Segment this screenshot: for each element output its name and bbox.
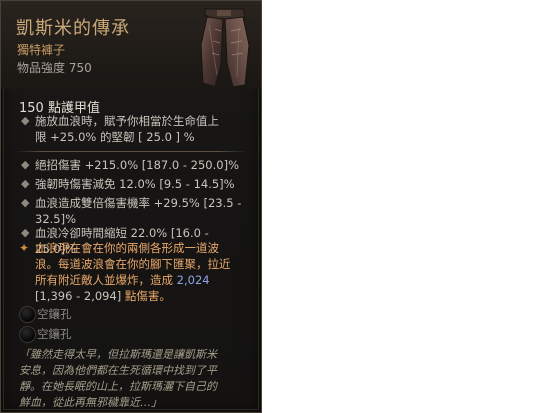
unique-aspect-star-icon: ✦ (19, 241, 30, 255)
aspect-line: 血浪現在會在你的兩側各形成一道波 (35, 241, 219, 255)
aspect-line: 浪。每道波浪會在你的腳下匯聚，拉近 (35, 257, 231, 271)
flavor-text: 「雖然走得太早，但拉斯瑪還是讓凱斯米 安息，因為他們都在生死循環中找到了平 靜。… (19, 347, 251, 411)
flavor-line: 鮮血，從此再無邪穢靠近…」 (19, 396, 162, 409)
aspect-text: 所有附近敵人並爆炸，造成 (35, 273, 177, 287)
diamond-bullet-icon: ◆ (21, 114, 30, 127)
aspect-line: [1,396 - 2,094] 點傷害。 (35, 288, 253, 304)
socket-label: 空鑲孔 (37, 307, 72, 321)
implicit-line: 施放血浪時，賦予你相當於生命值上 (35, 114, 219, 128)
affix-fortified-damage-reduction: 強韌時傷害減免 12.0% [9.5 - 14.5]% (35, 177, 235, 191)
aspect-text: 點傷害。 (121, 289, 171, 303)
tooltip-header: 凱斯米的傳承 獨特褲子 物品強度 750 (1, 1, 261, 89)
aspect-line: 所有附近敵人並爆炸，造成 2,024 (35, 272, 253, 288)
implicit-line: 限 +25.0% 的堅韌 [ 25.0 ] % (35, 130, 195, 144)
diamond-bullet-icon: ◆ (21, 226, 30, 239)
item-name: 凱斯米的傳承 (16, 18, 130, 39)
unique-aspect-text: 血浪現在會在你的兩側各形成一道波 浪。每道波浪會在你的腳下匯聚，拉近 所有附近敵… (35, 240, 253, 304)
socket-label: 空鑲孔 (37, 327, 72, 341)
empty-socket-icon (19, 306, 36, 323)
implicit-affix: 施放血浪時，賦予你相當於生命值上 限 +25.0% 的堅韌 [ 25.0 ] % (35, 113, 250, 145)
aspect-damage-value: 2,024 (176, 273, 210, 287)
diamond-bullet-icon: ◆ (21, 196, 30, 209)
item-tooltip: 凱斯米的傳承 獨特褲子 物品強度 750 150 點護甲值 ◆ 施放血浪時，賦予… (0, 0, 262, 413)
diamond-bullet-icon: ◆ (21, 158, 30, 171)
flavor-line: 「雖然走得太早，但拉斯瑪還是讓凱斯米 (19, 348, 217, 361)
affix-line: 血浪造成雙倍傷害機率 +29.5% [23.5 - (35, 196, 242, 210)
divider (15, 151, 247, 152)
item-power: 物品強度 750 (17, 61, 92, 75)
aspect-damage-range: [1,396 - 2,094] (35, 289, 122, 303)
item-type: 獨特褲子 (17, 43, 66, 57)
flavor-line: 安息，因為他們都在生死循環中找到了平 (19, 364, 217, 377)
empty-socket-icon (19, 326, 36, 343)
unique-pants-icon (200, 8, 250, 88)
flavor-line: 靜。在她長眠的山上，拉斯瑪灑下自己的 (19, 380, 217, 393)
affix-ultimate-damage: 絕招傷害 +215.0% [187.0 - 250.0]% (35, 158, 240, 172)
diamond-bullet-icon: ◆ (21, 177, 30, 190)
affix-blood-wave-double-damage: 血浪造成雙倍傷害機率 +29.5% [23.5 - 32.5]% (35, 195, 250, 227)
